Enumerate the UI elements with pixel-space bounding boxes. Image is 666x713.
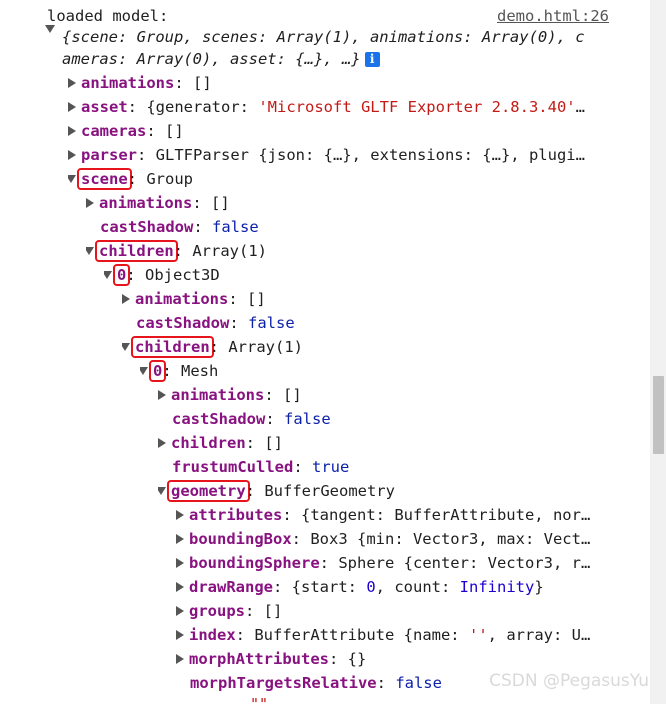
tree-row-mesh-castshadow: castShadow: false — [172, 410, 331, 428]
tree-row-animations[interactable]: animations: [] — [68, 71, 644, 95]
expanded-triangle-icon[interactable] — [158, 486, 166, 495]
collapsed-triangle-icon[interactable] — [176, 557, 184, 568]
tree-row-geometry-boundingbox[interactable]: boundingBox: Box3 {min: Vector3, max: Ve… — [176, 527, 644, 551]
tree-row-parser[interactable]: parser: GLTFParser {json: {…}, extension… — [68, 143, 644, 167]
collapsed-triangle-icon[interactable] — [158, 389, 166, 400]
highlight-box: 0 — [113, 264, 131, 286]
collapsed-triangle-icon[interactable] — [176, 629, 184, 640]
tree-row-mesh-frustumculled: frustumCulled: true — [172, 458, 350, 476]
tree-row-geometry-attributes[interactable]: attributes: {tangent: BufferAttribute, n… — [176, 503, 644, 527]
collapsed-triangle-icon[interactable] — [68, 77, 76, 88]
expand-triangle-icon[interactable] — [45, 25, 55, 33]
tree-row-mesh-animations[interactable]: animations: [] — [158, 383, 644, 407]
expanded-triangle-icon[interactable] — [122, 342, 130, 351]
tree-row-geometry-boundingsphere[interactable]: boundingSphere: Sphere {center: Vector3,… — [176, 551, 644, 575]
watermark: CSDN @PegasusYu — [489, 671, 649, 691]
tree-row-cameras[interactable]: cameras: [] — [68, 119, 644, 143]
vertical-scrollbar[interactable] — [650, 0, 666, 704]
collapsed-triangle-icon[interactable] — [176, 533, 184, 544]
expanded-triangle-icon[interactable] — [104, 270, 112, 279]
tree-row-geometry-groups[interactable]: groups: [] — [176, 599, 644, 623]
expanded-triangle-icon[interactable] — [140, 366, 148, 375]
collapsed-triangle-icon[interactable] — [176, 509, 184, 520]
tree-row-child-0[interactable]: 0: Object3D — [104, 263, 644, 287]
collapsed-triangle-icon[interactable] — [158, 437, 166, 448]
log-message: loaded model: — [47, 7, 169, 25]
highlight-box: children — [95, 240, 178, 262]
collapsed-triangle-icon[interactable] — [68, 149, 76, 160]
tree-row-asset[interactable]: asset: {generator: 'Microsoft GLTF Expor… — [68, 95, 644, 119]
info-icon[interactable]: i — [364, 52, 380, 67]
summary-line-2: ameras: Array(0), asset: {…}, …} — [62, 50, 361, 68]
collapsed-triangle-icon[interactable] — [68, 125, 76, 136]
collapsed-triangle-icon[interactable] — [176, 653, 184, 664]
scrollbar-thumb[interactable] — [653, 376, 664, 454]
tree-row-child0-castshadow: castShadow: false — [136, 314, 295, 332]
tree-row-mesh-geometry[interactable]: geometry: BufferGeometry — [158, 479, 644, 503]
highlight-box: geometry — [167, 480, 250, 502]
tree-row-child0-children[interactable]: children: Array(1) — [122, 335, 644, 359]
tree-row-scene-children[interactable]: children: Array(1) — [86, 239, 644, 263]
collapsed-triangle-icon[interactable] — [122, 293, 130, 304]
highlight-box: 0 — [149, 360, 167, 382]
cut-off-text: "" — [250, 695, 269, 713]
highlight-box: children — [131, 336, 214, 358]
tree-row-child0-animations[interactable]: animations: [] — [122, 287, 644, 311]
source-link[interactable]: demo.html:26 — [497, 4, 609, 28]
object-summary[interactable]: {scene: Group, scenes: Array(1), animati… — [45, 25, 628, 70]
tree-row-geometry-morphattributes[interactable]: morphAttributes: {} — [176, 647, 644, 671]
expanded-triangle-icon[interactable] — [86, 246, 94, 255]
highlight-box: scene — [77, 168, 132, 190]
tree-row-scene[interactable]: scene: Group — [68, 167, 644, 191]
tree-row-scene-animations[interactable]: animations: [] — [86, 191, 644, 215]
collapsed-triangle-icon[interactable] — [176, 581, 184, 592]
tree-row-geometry-index[interactable]: index: BufferAttribute {name: '', array:… — [176, 623, 644, 647]
summary-line-1: {scene: Group, scenes: Array(1), animati… — [62, 28, 585, 46]
expanded-triangle-icon[interactable] — [68, 174, 76, 183]
tree-row-mesh-0[interactable]: 0: Mesh — [140, 359, 644, 383]
tree-row-scene-castshadow: castShadow: false — [100, 218, 259, 236]
tree-row-mesh-children[interactable]: children: [] — [158, 431, 644, 455]
collapsed-triangle-icon[interactable] — [68, 101, 76, 112]
tree-row-geometry-drawrange[interactable]: drawRange: {start: 0, count: Infinity} — [176, 575, 644, 599]
collapsed-triangle-icon[interactable] — [176, 605, 184, 616]
collapsed-triangle-icon[interactable] — [86, 197, 94, 208]
